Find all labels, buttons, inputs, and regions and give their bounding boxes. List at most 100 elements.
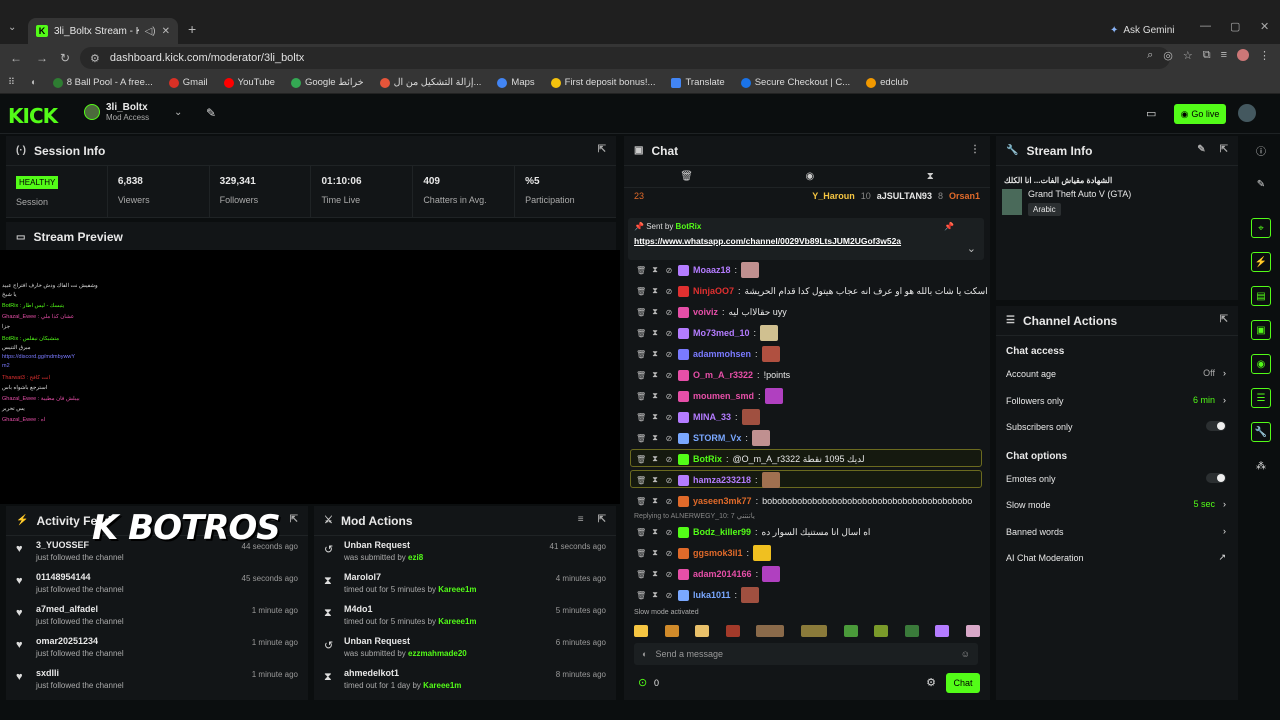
chat-input[interactable]: ◐ Send a message ☺ bbox=[634, 643, 978, 665]
account-age-row[interactable]: Account age Off › bbox=[996, 361, 1238, 388]
timeout-icon[interactable]: ⧗ bbox=[650, 328, 660, 338]
target-icon[interactable]: ⌖ bbox=[1251, 218, 1271, 238]
timeout-icon[interactable]: ⧗ bbox=[650, 527, 660, 537]
timeout-icon[interactable]: ⧗ bbox=[650, 307, 660, 317]
delete-message-icon[interactable]: 🗑 bbox=[636, 287, 646, 296]
slow-mode-row[interactable]: Slow mode 5 sec › bbox=[996, 492, 1238, 519]
ban-icon[interactable]: ⊘ bbox=[664, 392, 674, 401]
timeout-icon[interactable]: ⧗ bbox=[650, 475, 660, 485]
bookmark-maps[interactable]: Maps bbox=[497, 77, 535, 88]
subscribers-only-toggle[interactable] bbox=[1206, 421, 1226, 431]
chat-message[interactable]: 🗑 ⧗ ⊘ ggsmok3il1: bbox=[636, 544, 772, 562]
emote-icon[interactable] bbox=[664, 625, 679, 637]
popout-icon[interactable]: ⇱ bbox=[1220, 314, 1228, 325]
ban-icon[interactable]: ⊘ bbox=[664, 371, 674, 380]
chat-username[interactable]: O_m_A_r3322 bbox=[693, 370, 753, 380]
maximize-button[interactable]: ▢ bbox=[1230, 20, 1240, 33]
site-info-icon[interactable]: ⚙ bbox=[90, 52, 100, 65]
browser-tab[interactable]: K 3li_Boltx Stream - Kick Dash ◁) ✕ bbox=[28, 18, 178, 44]
bookmark-youtube[interactable]: YouTube bbox=[223, 77, 275, 88]
chat-icon[interactable]: ▣ bbox=[1251, 320, 1271, 340]
popout-icon[interactable]: ⇱ bbox=[598, 514, 606, 525]
delete-message-icon[interactable]: 🗑 bbox=[636, 329, 646, 338]
ban-icon[interactable]: ⊘ bbox=[664, 476, 674, 485]
chat-username[interactable]: Moaaz18 bbox=[693, 265, 731, 275]
chat-username[interactable]: BotRix bbox=[693, 454, 722, 464]
extensions-icon[interactable]: ⧉ bbox=[1203, 49, 1211, 62]
timeout-icon[interactable]: ⧗ bbox=[650, 286, 660, 296]
info-icon[interactable]: ⓘ bbox=[1251, 140, 1271, 160]
chat-message[interactable]: 🗑 ⧗ ⊘ voiviz: حقالااب ليه uyy bbox=[636, 303, 787, 321]
lightning-icon[interactable]: ⚡ bbox=[1251, 252, 1271, 272]
ban-icon[interactable]: ⊘ bbox=[664, 350, 674, 359]
emote-icon[interactable] bbox=[935, 625, 950, 637]
ban-icon[interactable]: ⊘ bbox=[664, 549, 674, 558]
emote-icon[interactable] bbox=[874, 625, 889, 637]
chat-username[interactable]: MINA_33 bbox=[693, 412, 731, 422]
channel-switcher[interactable]: 3li_Boltx Mod Access bbox=[84, 102, 149, 122]
chat-message[interactable]: 🗑 ⧗ ⊘ BotRix: @O_m_A_r3322 لديك 1095 نقطة bbox=[636, 450, 865, 468]
top-user[interactable]: Y_Haroun bbox=[812, 191, 855, 201]
chat-username[interactable]: adam2014166 bbox=[693, 569, 752, 579]
points-icon[interactable]: ⊙ bbox=[638, 676, 647, 689]
close-window-button[interactable]: ✕ bbox=[1260, 20, 1269, 33]
category-thumbnail[interactable] bbox=[1002, 189, 1022, 215]
eye-slash-icon[interactable]: ◎ bbox=[1163, 49, 1173, 62]
chat-message[interactable]: 🗑 ⧗ ⊘ Moaaz18: bbox=[636, 261, 760, 279]
ban-icon[interactable]: ⊘ bbox=[664, 329, 674, 338]
chat-message[interactable]: 🗑 ⧗ ⊘ STORM_Vx: bbox=[636, 429, 770, 447]
chevron-down-icon[interactable]: ⌄ bbox=[174, 107, 182, 118]
trash-icon[interactable]: 🗑 bbox=[680, 171, 693, 182]
timeout-icon[interactable]: ⧗ bbox=[650, 370, 660, 380]
kick-logo[interactable]: KICK bbox=[8, 104, 58, 128]
bookmark-google-maps-ar[interactable]: Google خرائط bbox=[290, 77, 364, 88]
broadcast-icon[interactable]: ◉ bbox=[1251, 354, 1271, 374]
delete-message-icon[interactable]: 🗑 bbox=[636, 476, 646, 485]
zoom-icon[interactable]: ⌕ bbox=[1147, 49, 1153, 62]
followers-only-row[interactable]: Followers only 6 min › bbox=[996, 388, 1238, 415]
chat-username[interactable]: Mo73med_10 bbox=[693, 328, 750, 338]
clipboard-icon[interactable]: ▤ bbox=[1251, 286, 1271, 306]
chat-message[interactable]: 🗑 ⧗ ⊘ Bodz_killer99: اه اسال انا مستنيك السو… bbox=[636, 523, 870, 541]
chat-message[interactable]: 🗑 ⧗ ⊘ yaseen3mk77: bobobobobobobobobobobobob… bbox=[636, 492, 972, 510]
delete-message-icon[interactable]: 🗑 bbox=[636, 350, 646, 359]
feed-item[interactable]: ♥ a7med_alfadel just followed the channel 1… bbox=[6, 600, 308, 632]
ban-icon[interactable]: ⊘ bbox=[664, 266, 674, 275]
chat-username[interactable]: hamza233218 bbox=[693, 475, 751, 485]
feed-item[interactable]: ♥ sxdlli just followed the channel 1 minute… bbox=[6, 664, 308, 696]
tab-close-icon[interactable]: ✕ bbox=[162, 26, 170, 37]
emotes-only-toggle[interactable] bbox=[1206, 472, 1226, 483]
mod-action-item[interactable]: ⧗ Marolol7 timed out for 5 minutes by Kare… bbox=[314, 568, 616, 600]
emote-icon[interactable] bbox=[725, 625, 740, 637]
new-tab-button[interactable]: + bbox=[188, 21, 196, 37]
emote-icon[interactable] bbox=[756, 625, 785, 637]
emote-icon[interactable] bbox=[634, 625, 648, 637]
more-icon[interactable]: ⋮ bbox=[970, 144, 980, 155]
delete-message-icon[interactable]: 🗑 bbox=[636, 434, 646, 443]
bookmark-tashkeel[interactable]: إزالة التشكيل من ال... bbox=[379, 77, 481, 88]
pin-icon[interactable]: 📌 bbox=[944, 222, 954, 231]
emote-icon[interactable] bbox=[904, 625, 919, 637]
top-user[interactable]: Orsan1 bbox=[949, 191, 980, 201]
mod-action-item[interactable]: ⧗ M4do1 timed out for 5 minutes by Kareee1… bbox=[314, 600, 616, 632]
chat-message[interactable]: 🗑 ⧗ ⊘ moumen_smd: bbox=[636, 387, 783, 405]
bookmark-deposit[interactable]: First deposit bonus!... bbox=[550, 77, 655, 88]
bookmark-gmail[interactable]: Gmail bbox=[168, 77, 208, 88]
chat-username[interactable]: yaseen3mk77 bbox=[693, 496, 752, 506]
layout-icon[interactable]: ▭ bbox=[1146, 107, 1156, 120]
forward-icon[interactable]: → bbox=[36, 51, 48, 65]
ban-icon[interactable]: ⊘ bbox=[664, 287, 674, 296]
ban-icon[interactable]: ⊘ bbox=[664, 528, 674, 537]
edit-icon[interactable]: ✎ bbox=[1197, 144, 1205, 155]
wrench-icon[interactable]: 🔧 bbox=[1251, 422, 1271, 442]
ai-moderation-row[interactable]: AI Chat Moderation ↗ bbox=[996, 545, 1238, 572]
pencil-icon[interactable]: ✎ bbox=[1251, 174, 1271, 194]
timeout-icon[interactable]: ⧗ bbox=[650, 590, 660, 600]
reload-icon[interactable]: ↻ bbox=[60, 51, 70, 65]
bookmark-translate[interactable]: Translate bbox=[671, 77, 725, 88]
ban-icon[interactable]: ⊘ bbox=[664, 308, 674, 317]
emote-icon[interactable] bbox=[965, 625, 980, 637]
ban-icon[interactable]: ⊘ bbox=[664, 413, 674, 422]
apps-icon[interactable]: ⠿ bbox=[8, 77, 15, 88]
chat-message[interactable]: 🗑 ⧗ ⊘ luka1011: bbox=[636, 586, 760, 604]
